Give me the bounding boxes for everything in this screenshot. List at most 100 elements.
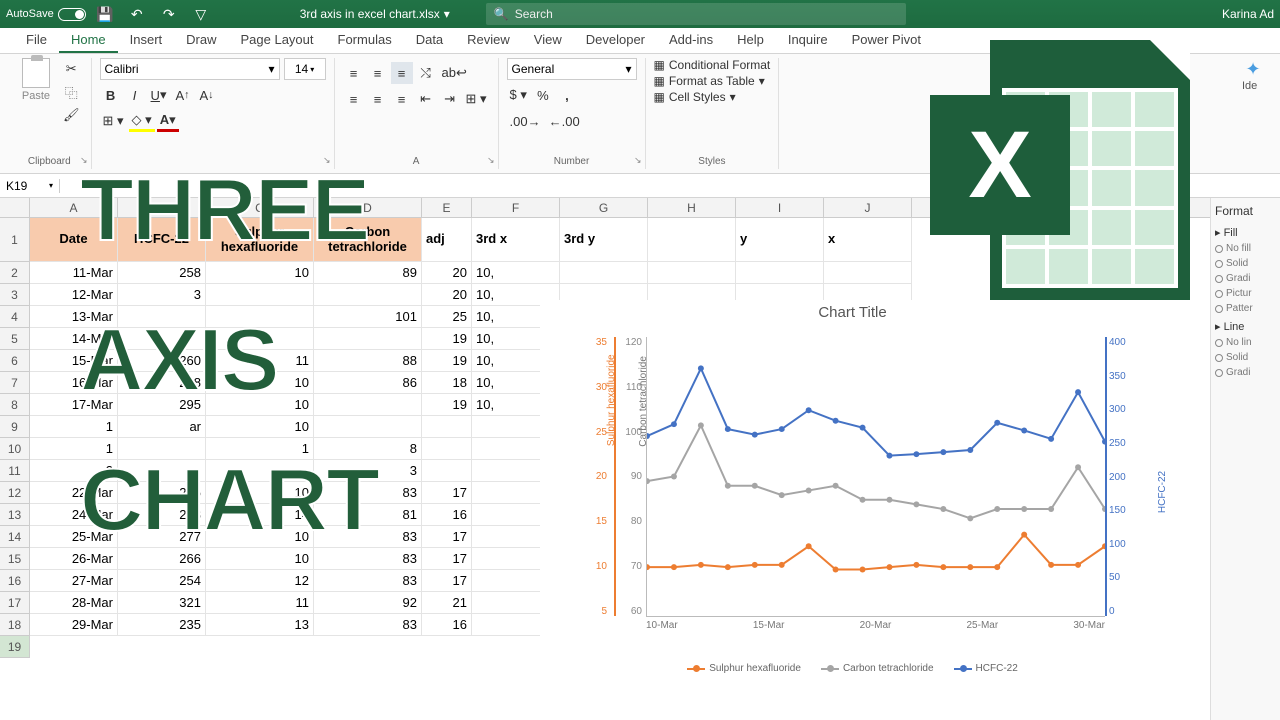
align-middle-icon[interactable]: ≡ (367, 62, 389, 84)
cell[interactable]: 13-Mar (30, 306, 118, 328)
tab-page-layout[interactable]: Page Layout (229, 28, 326, 53)
section-fill[interactable]: ▸ Fill (1215, 226, 1276, 239)
cell[interactable]: 10 (206, 548, 314, 570)
format-painter-icon[interactable]: 🖌 (60, 104, 83, 126)
merge-cells-icon[interactable]: ⊞ ▾ (463, 88, 490, 110)
cell[interactable]: 24-Mar (30, 504, 118, 526)
cell[interactable] (314, 328, 422, 350)
row-header[interactable]: 6 (0, 350, 30, 372)
row-header[interactable]: 12 (0, 482, 30, 504)
tab-addins[interactable]: Add-ins (657, 28, 725, 53)
row-header[interactable]: 16 (0, 570, 30, 592)
row-header[interactable]: 14 (0, 526, 30, 548)
copy-icon[interactable]: ⿻ (60, 81, 83, 103)
cell[interactable] (648, 262, 736, 284)
tab-help[interactable]: Help (725, 28, 776, 53)
cell[interactable]: 17 (422, 482, 472, 504)
cell[interactable]: 83 (314, 614, 422, 636)
cell[interactable]: 83 (314, 570, 422, 592)
cell[interactable]: 27-Mar (30, 570, 118, 592)
align-top-icon[interactable]: ≡ (343, 62, 365, 84)
cell[interactable]: 19 (422, 394, 472, 416)
cell[interactable]: 17 (422, 548, 472, 570)
cell[interactable]: 20 (422, 262, 472, 284)
cell[interactable]: ar (118, 416, 206, 438)
embedded-chart[interactable]: Chart Title Sulphur hexafluoride Carbon … (540, 300, 1165, 695)
font-color-icon[interactable]: A ▾ (157, 110, 179, 132)
cell[interactable]: 8 (314, 438, 422, 460)
tab-inquire[interactable]: Inquire (776, 28, 840, 53)
cell[interactable] (422, 438, 472, 460)
cell[interactable]: 3rd y (560, 218, 648, 262)
cell[interactable]: 260 (118, 350, 206, 372)
cell[interactable]: 10 (206, 262, 314, 284)
underline-button[interactable]: U ▾ (148, 84, 170, 106)
font-name-select[interactable]: Calibri▾ (100, 58, 280, 80)
col-header[interactable]: D (314, 198, 422, 217)
cell[interactable] (118, 328, 206, 350)
align-right-icon[interactable]: ≡ (391, 88, 413, 110)
tab-data[interactable]: Data (404, 28, 455, 53)
orientation-icon[interactable]: ⤭ (415, 62, 437, 84)
undo-icon[interactable]: ↶ (124, 1, 150, 27)
ideas-icon[interactable]: ✦ (1242, 58, 1264, 80)
cell[interactable] (206, 460, 314, 482)
cell[interactable]: 16 (422, 614, 472, 636)
cell[interactable] (206, 306, 314, 328)
col-header[interactable]: C (206, 198, 314, 217)
cell[interactable]: 101 (314, 306, 422, 328)
cell[interactable]: 26-Mar (30, 548, 118, 570)
cell[interactable]: 1 (206, 438, 314, 460)
cell[interactable]: 92 (314, 592, 422, 614)
cell[interactable]: 29-Mar (30, 614, 118, 636)
cell[interactable]: 19 (422, 328, 472, 350)
increase-indent-icon[interactable]: ⇥ (439, 88, 461, 110)
name-box[interactable]: K19▾ (0, 179, 60, 193)
tab-developer[interactable]: Developer (574, 28, 657, 53)
chart-plot-area[interactable] (646, 337, 1105, 617)
cell[interactable]: 83 (314, 548, 422, 570)
line-option[interactable]: No lin (1215, 337, 1276, 348)
cell[interactable] (560, 262, 648, 284)
cell[interactable]: 235 (118, 482, 206, 504)
expand-icon[interactable]: ↘ (634, 155, 642, 166)
cell[interactable]: 10 (206, 394, 314, 416)
col-header[interactable]: H (648, 198, 736, 217)
line-option[interactable]: Solid (1215, 352, 1276, 363)
cell[interactable]: 19 (422, 350, 472, 372)
cell[interactable]: 21 (422, 592, 472, 614)
cell[interactable]: Date (30, 218, 118, 262)
tab-power-pivot[interactable]: Power Pivot (840, 28, 933, 53)
tab-view[interactable]: View (522, 28, 574, 53)
cell[interactable]: 277 (118, 526, 206, 548)
cell[interactable]: 295 (118, 394, 206, 416)
number-format-select[interactable]: General▾ (507, 58, 637, 80)
tab-draw[interactable]: Draw (174, 28, 228, 53)
cell[interactable] (314, 394, 422, 416)
fill-option[interactable]: Pictur (1215, 288, 1276, 299)
cell[interactable]: 83 (314, 526, 422, 548)
legend-item[interactable]: HCFC-22 (954, 663, 1018, 674)
cell[interactable]: 321 (118, 592, 206, 614)
cell[interactable] (118, 306, 206, 328)
cell[interactable]: 89 (314, 262, 422, 284)
decrease-decimal-icon[interactable]: ←.00 (546, 110, 583, 132)
tab-file[interactable]: File (14, 28, 59, 53)
wrap-text-icon[interactable]: ab↩ (439, 62, 470, 84)
accounting-format-icon[interactable]: $ ▾ (507, 84, 530, 106)
cell[interactable]: 12-Mar (30, 284, 118, 306)
cell[interactable]: 14-Mar (30, 328, 118, 350)
col-header[interactable]: B (118, 198, 206, 217)
cell[interactable]: 17-Mar (30, 394, 118, 416)
line-option[interactable]: Gradi (1215, 367, 1276, 378)
cell[interactable]: x (824, 218, 912, 262)
cell[interactable]: 10 (206, 482, 314, 504)
cell[interactable]: 25-Mar (30, 526, 118, 548)
row-header[interactable]: 11 (0, 460, 30, 482)
row-header[interactable]: 10 (0, 438, 30, 460)
cell[interactable]: 17 (422, 526, 472, 548)
row-header[interactable]: 18 (0, 614, 30, 636)
redo-icon[interactable]: ↷ (156, 1, 182, 27)
row-header[interactable]: 15 (0, 548, 30, 570)
cell[interactable]: HCFC-22 (118, 218, 206, 262)
